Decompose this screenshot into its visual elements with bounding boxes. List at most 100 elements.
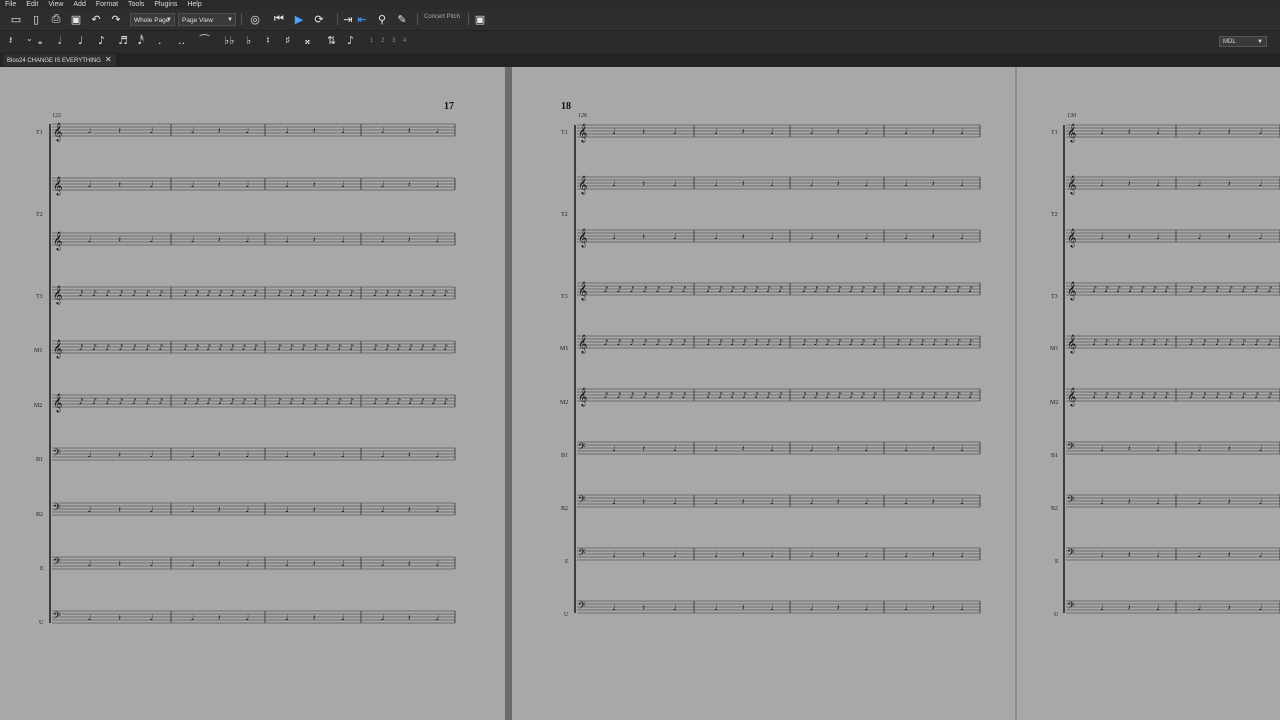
note-glyph: ♩ — [960, 127, 964, 136]
instrument-label[interactable]: M2 — [1050, 400, 1058, 406]
instrument-label[interactable]: M1 — [34, 348, 42, 354]
note-glyph: 𝄽 — [932, 179, 935, 188]
instrument-label[interactable]: M2 — [34, 403, 42, 409]
note-glyph: ♪ — [313, 343, 318, 352]
note-glyph: ♩ — [150, 613, 154, 622]
play-icon[interactable]: ▶ — [292, 12, 306, 26]
open-file-icon[interactable]: ▯ — [29, 12, 43, 26]
instrument-label[interactable]: B1 — [1051, 453, 1058, 459]
instrument-label[interactable]: B1 — [36, 457, 43, 463]
instrument-label[interactable]: U — [39, 620, 43, 626]
menu-tools[interactable]: Tools — [128, 0, 144, 9]
note-input-mode-icon[interactable]: 𝄽 — [9, 34, 12, 48]
voice-3-button[interactable]: 3 — [392, 38, 395, 44]
voice-4-button[interactable]: 4 — [403, 38, 406, 44]
score-tab[interactable]: Bloo24 CHANGE IS EVERYTHING ✕ — [3, 54, 116, 66]
tie-icon[interactable]: ⁀ — [200, 34, 209, 47]
menu-view[interactable]: View — [48, 0, 63, 9]
instrument-label[interactable]: B2 — [1051, 506, 1058, 512]
menu-edit[interactable]: Edit — [26, 0, 38, 9]
double-sharp-icon[interactable]: 𝄪 — [305, 34, 310, 48]
instrument-label[interactable]: E — [565, 559, 569, 565]
print-icon[interactable]: ⎙ — [49, 12, 63, 26]
instrument-label[interactable]: M1 — [1050, 346, 1058, 352]
measure-number: 122 — [52, 113, 61, 119]
loop-out-icon[interactable]: ⇤ — [355, 12, 369, 26]
close-tab-icon[interactable]: ✕ — [105, 55, 112, 64]
note-glyph: ♪ — [968, 285, 973, 294]
loop-in-icon[interactable]: ⇥ — [341, 12, 355, 26]
dropdown-arrow-icon[interactable]: ⌄ — [26, 34, 33, 43]
instrument-label[interactable]: M1 — [560, 346, 568, 352]
treble-clef-icon: 𝄞 — [53, 339, 62, 359]
voice-1-button[interactable]: 1 — [370, 38, 373, 44]
instrument-label[interactable]: T2 — [1051, 212, 1058, 218]
double-flat-icon[interactable]: ♭♭ — [224, 34, 234, 47]
flat-icon[interactable]: ♭ — [246, 34, 251, 47]
concert-pitch-toggle[interactable]: Concert Pitch — [424, 14, 460, 20]
menu-help[interactable]: Help — [187, 0, 201, 9]
undo-icon[interactable]: ↶ — [89, 12, 103, 26]
new-score-icon[interactable]: ▭ — [9, 12, 23, 26]
voice-icon[interactable]: ♪ — [347, 34, 354, 47]
flip-direction-icon[interactable]: ⇅ — [327, 34, 336, 47]
instrument-label[interactable]: T3 — [1051, 294, 1058, 300]
pan-score-icon[interactable]: ✎ — [395, 12, 409, 26]
page-mode-select[interactable]: Whole Page ▼ — [130, 13, 175, 26]
instrument-label[interactable]: T3 — [561, 294, 568, 300]
view-mode-select[interactable]: Page View ▼ — [178, 13, 236, 26]
augmentation-dot-icon[interactable]: . — [158, 34, 162, 47]
instrument-label[interactable]: B1 — [561, 453, 568, 459]
note-glyph: ♪ — [396, 289, 401, 298]
instrument-label[interactable]: M2 — [560, 400, 568, 406]
instrument-label[interactable]: E — [40, 566, 44, 572]
treble-clef-icon: 𝄞 — [1067, 228, 1076, 248]
note-glyph: ♩ — [341, 450, 345, 459]
note-glyph: ♩ — [864, 127, 868, 136]
note-glyph: ♪ — [1152, 338, 1157, 347]
whole-note-icon[interactable]: 𝅝 — [38, 34, 42, 48]
redo-icon[interactable]: ↷ — [109, 12, 123, 26]
score-canvas[interactable]: 𝄞 ♩ 𝄽 ♩ ♩ 𝄽 ♩ ♩ 𝄽 ♩ ♩ 𝄽 ♩ 𝄞 ♩ 𝄽 ♩ ♩ 𝄽 ♩ ♩ 𝄽 ♩ ♩ 𝄽 ♩ 𝄞 ♩ 𝄽 ♩ ♩ 𝄽 ♩ ♩ 𝄽 ♩ ♩ 𝄽 ♩ 𝄞… — [0, 67, 1280, 720]
save-icon[interactable]: ▣ — [69, 12, 83, 26]
bass-clef-icon: 𝄢 — [53, 610, 61, 624]
note-glyph: ♪ — [119, 397, 124, 406]
note-glyph: ♪ — [802, 285, 807, 294]
note-glyph: 𝄽 — [932, 497, 935, 506]
instrument-label[interactable]: E — [1055, 559, 1059, 565]
instrument-label[interactable]: T2 — [36, 212, 43, 218]
mixer-icon[interactable]: ◎ — [248, 12, 262, 26]
note-glyph: ♪ — [183, 397, 188, 406]
palette-preset-select[interactable]: MDL ▼ — [1219, 36, 1267, 47]
note-glyph: ♪ — [289, 289, 294, 298]
half-note-icon[interactable]: 𝅗𝅥 — [58, 34, 62, 48]
instrument-label[interactable]: B2 — [561, 506, 568, 512]
instrument-label[interactable]: T1 — [36, 130, 43, 136]
natural-icon[interactable]: ♮ — [266, 34, 270, 47]
instrument-label[interactable]: T3 — [36, 294, 43, 300]
instrument-label[interactable]: T1 — [561, 130, 568, 136]
note-glyph: 𝄽 — [313, 235, 316, 244]
double-dot-icon[interactable]: .. — [178, 34, 185, 47]
menu-add[interactable]: Add — [73, 0, 85, 9]
note-glyph: ♪ — [630, 338, 635, 347]
image-capture-icon[interactable]: ▣ — [473, 12, 487, 26]
eighth-note-icon[interactable]: ♪ — [98, 34, 105, 47]
quarter-note-icon[interactable]: ♩ — [78, 34, 83, 47]
instrument-label[interactable]: U — [1054, 612, 1058, 618]
thirtysecond-note-icon[interactable]: 𝅘𝅥𝅰 — [138, 34, 144, 48]
voice-2-button[interactable]: 2 — [381, 38, 384, 44]
instrument-label[interactable]: T2 — [561, 212, 568, 218]
menu-format[interactable]: Format — [96, 0, 118, 9]
menu-file[interactable]: File — [5, 0, 16, 9]
sharp-icon[interactable]: ♯ — [285, 34, 290, 47]
rewind-icon[interactable]: ⏮ — [272, 12, 286, 26]
instrument-label[interactable]: T1 — [1051, 130, 1058, 136]
instrument-label[interactable]: B2 — [36, 512, 43, 518]
note-glyph: ♪ — [814, 285, 819, 294]
loop-icon[interactable]: ⟳ — [312, 12, 326, 26]
menu-plugins[interactable]: Plugins — [154, 0, 177, 9]
sixteenth-note-icon[interactable]: ♬ — [118, 34, 128, 47]
instrument-label[interactable]: U — [564, 612, 568, 618]
metronome-icon[interactable]: ⚲ — [375, 12, 389, 26]
